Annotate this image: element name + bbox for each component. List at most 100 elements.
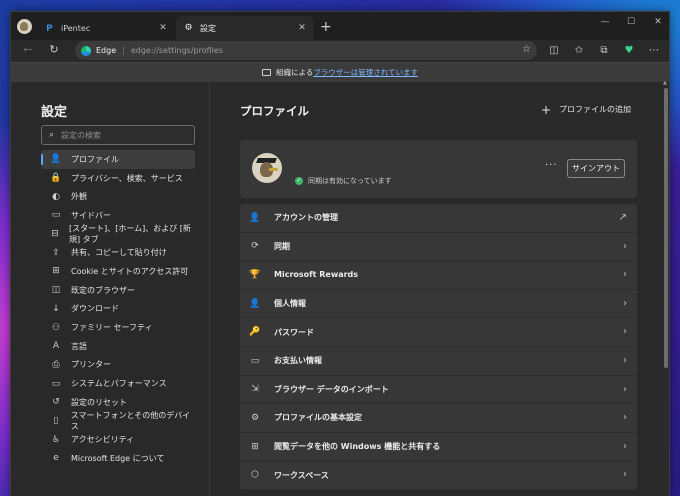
- accessibility-icon: ♿: [51, 434, 61, 445]
- maximize-icon[interactable]: ☐: [621, 17, 641, 27]
- chevron-right-icon: ›: [623, 440, 627, 452]
- window-close-icon[interactable]: ✕: [648, 17, 668, 27]
- sidebar-item-system[interactable]: ▭ システムとパフォーマンス: [41, 374, 195, 393]
- search-input[interactable]: ⌕ 設定の検索: [41, 125, 195, 145]
- close-icon[interactable]: ✕: [296, 23, 308, 33]
- row-payment-info[interactable]: ▭ お支払い情報 ›: [240, 347, 637, 376]
- key-icon: 🔑: [249, 327, 261, 338]
- address-separator: |: [122, 46, 125, 55]
- row-label: Microsoft Rewards: [274, 270, 359, 280]
- sidebar-item-label: プロファイル: [71, 154, 119, 164]
- scrollbar-thumb[interactable]: [664, 88, 668, 368]
- sidebar-item-languages[interactable]: A 言語: [41, 337, 195, 356]
- more-options-icon[interactable]: ···: [545, 160, 558, 171]
- minimize-icon[interactable]: —: [595, 17, 615, 27]
- sidebar-item-accessibility[interactable]: ♿ アクセシビリティ: [41, 430, 195, 449]
- profile-card: ✓ 同期は有効になっています ··· サインアウト: [240, 140, 637, 198]
- row-personal-info[interactable]: 👤 個人情報 ›: [240, 290, 637, 319]
- row-manage-account[interactable]: 👤 アカウントの管理 ↗: [240, 204, 637, 233]
- profile-icon: 👤: [50, 154, 62, 165]
- add-profile-button[interactable]: + プロファイルの追加: [540, 102, 631, 117]
- row-share-browsing-data[interactable]: ⊞ 閲覧データを他の Windows 機能と共有する ›: [240, 433, 637, 462]
- sidebar-item-default-browser[interactable]: ◫ 既定のブラウザー: [41, 281, 195, 300]
- sidebar-item-downloads[interactable]: ↓ ダウンロード: [41, 300, 195, 319]
- sidebar-panel-icon: ▭: [51, 210, 61, 221]
- managed-link[interactable]: ブラウザーは管理されています: [313, 67, 418, 78]
- tab-ipentec[interactable]: P iPentec ✕: [38, 16, 175, 40]
- gear-icon: ⚙: [184, 23, 193, 33]
- favorites-icon[interactable]: ✩: [572, 44, 586, 58]
- scroll-up-icon[interactable]: ▲: [663, 80, 667, 86]
- palette-icon: ◐: [52, 191, 60, 202]
- tab-settings[interactable]: ⚙ 設定 ✕: [176, 16, 314, 40]
- favorite-star-icon[interactable]: ☆: [522, 44, 531, 55]
- family-icon: ⚇: [51, 322, 61, 333]
- reload-icon[interactable]: ↻: [46, 43, 62, 56]
- chevron-right-icon: ›: [623, 469, 627, 481]
- scrollbar[interactable]: ▲: [663, 80, 669, 496]
- sidebar-item-label: プリンター: [71, 360, 111, 370]
- sidebar-item-label: 共有、コピーして貼り付け: [71, 248, 167, 258]
- row-passwords[interactable]: 🔑 パスワード ›: [240, 318, 637, 347]
- profile-avatar-icon[interactable]: [17, 19, 32, 34]
- add-profile-label: プロファイルの追加: [559, 105, 631, 114]
- collections-icon[interactable]: ⧉: [597, 44, 611, 58]
- sidebar-item-label: Cookie とサイトのアクセス許可: [71, 266, 189, 276]
- back-arrow-icon[interactable]: ←: [20, 43, 36, 56]
- sidebar-nav: 👤 プロファイル 🔒 プライバシー、検索、サービス ◐ 外観 ▭ サイドバー ⊟…: [41, 150, 195, 468]
- download-icon: ↓: [52, 303, 60, 314]
- search-icon: ⌕: [49, 130, 55, 140]
- sidebar-item-cookies[interactable]: ⊞ Cookie とサイトのアクセス許可: [41, 262, 195, 281]
- sidebar-item-profiles[interactable]: 👤 プロファイル: [41, 150, 195, 169]
- laptop-icon: ▭: [51, 378, 61, 389]
- row-label: ブラウザー データのインポート: [274, 384, 389, 394]
- more-menu-icon[interactable]: ⋯: [647, 44, 661, 58]
- sidebar-item-label: システムとパフォーマンス: [71, 379, 167, 389]
- browser-essentials-icon[interactable]: ♥: [622, 44, 636, 58]
- edge-icon: e: [53, 453, 59, 464]
- briefcase-icon: [261, 69, 271, 76]
- sidebar-title: 設定: [41, 105, 68, 120]
- row-label: パスワード: [274, 327, 314, 337]
- sync-icon: ⟳: [251, 241, 259, 252]
- row-import-data[interactable]: ⇲ ブラウザー データのインポート ›: [240, 376, 637, 405]
- close-icon[interactable]: ✕: [157, 23, 169, 33]
- sidebar-item-about[interactable]: e Microsoft Edge について: [41, 449, 195, 468]
- sidebar-item-phone-devices[interactable]: ▯ スマートフォンとその他のデバイス: [41, 411, 195, 431]
- split-screen-icon[interactable]: ◫: [547, 44, 561, 58]
- sidebar-item-label: サイドバー: [71, 210, 111, 220]
- language-icon: A: [52, 341, 60, 352]
- sidebar-item-reset[interactable]: ↺ 設定のリセット: [41, 393, 195, 412]
- sidebar-item-label: アクセシビリティ: [71, 435, 135, 445]
- external-link-icon: ↗: [618, 212, 627, 223]
- row-microsoft-rewards[interactable]: 🏆 Microsoft Rewards ›: [240, 261, 637, 290]
- phone-icon: ▯: [53, 415, 59, 426]
- address-url: edge://settings/profiles: [130, 46, 223, 55]
- managed-banner: 組織による ブラウザーは管理されています: [11, 62, 669, 82]
- row-workspaces[interactable]: ⬡ ワークスペース ›: [240, 461, 637, 490]
- lock-icon: 🔒: [50, 173, 62, 184]
- sidebar-item-share-copy-paste[interactable]: ⇪ 共有、コピーして貼り付け: [41, 243, 195, 262]
- trophy-icon: 🏆: [249, 269, 261, 280]
- row-sync[interactable]: ⟳ 同期 ›: [240, 233, 637, 262]
- sidebar-item-family-safety[interactable]: ⚇ ファミリー セーフティ: [41, 318, 195, 337]
- managed-prefix: 組織による: [275, 68, 314, 77]
- row-label: アカウントの管理: [274, 213, 338, 223]
- row-profile-preferences[interactable]: ⚙ プロファイルの基本設定 ›: [240, 404, 637, 433]
- sidebar-item-privacy[interactable]: 🔒 プライバシー、検索、サービス: [41, 169, 195, 188]
- plus-icon: +: [540, 102, 551, 117]
- chevron-right-icon: ›: [623, 297, 627, 309]
- row-label: 閲覧データを他の Windows 機能と共有する: [274, 442, 441, 452]
- sidebar-item-appearance[interactable]: ◐ 外観: [41, 187, 195, 206]
- profile-settings-icon: ⚙: [250, 412, 260, 423]
- sidebar-item-sidebar[interactable]: ▭ サイドバー: [41, 206, 195, 225]
- row-label: 同期: [274, 241, 290, 251]
- chevron-right-icon: ›: [623, 269, 627, 281]
- new-tab-icon[interactable]: +: [320, 20, 332, 34]
- signout-button[interactable]: サインアウト: [567, 159, 625, 178]
- chevron-right-icon: ›: [623, 383, 627, 395]
- sidebar-item-printers[interactable]: ⎙ プリンター: [41, 356, 195, 375]
- sidebar-item-start-home-newtab[interactable]: ⊟ [スタート]、[ホーム]、および [新規] タブ: [41, 224, 195, 244]
- address-bar[interactable]: Edge | edge://settings/profiles ☆: [75, 41, 537, 60]
- sync-status: ✓ 同期は有効になっています: [295, 176, 392, 186]
